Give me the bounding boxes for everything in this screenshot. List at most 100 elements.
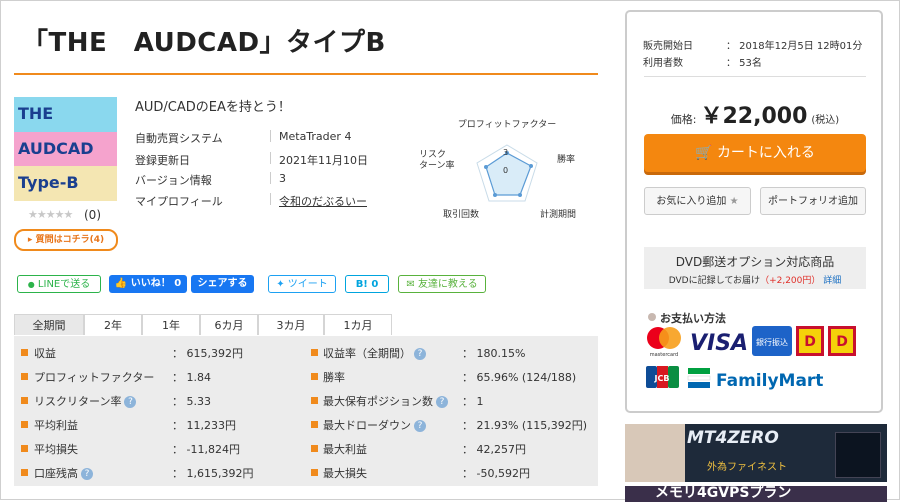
thumbnail-line-2: AUDCAD [14, 131, 117, 167]
users-label: 利用者数 [643, 58, 683, 69]
radar-axis-label: プロフィットファクター [458, 119, 556, 130]
stat-value: ： 1 [462, 395, 484, 408]
info-row-version: バージョン情報 3 [135, 172, 286, 188]
radar-scale-label: 0 [503, 166, 508, 175]
favorite-add-button[interactable]: お気に入り追加 ★ [644, 187, 751, 215]
stat-label: 収益率（全期間）? [323, 345, 426, 361]
tab-3-months[interactable]: 3カ月 [258, 314, 324, 335]
stat-value: ： 5.33 [172, 395, 211, 408]
svg-text:mastercard: mastercard [650, 352, 678, 358]
portfolio-add-button[interactable]: ポートフォリオ追加 [760, 187, 866, 215]
radar-axis-label: 計測期間 [540, 208, 576, 220]
question-button[interactable]: ▸ 質問はコチラ(4) [14, 229, 118, 251]
info-row-profile: マイプロフィール 令和のだぶるいー [135, 193, 367, 209]
line-icon: ● [27, 280, 35, 289]
thumbnail-line-1: THE [14, 97, 117, 132]
stat-label: 平均損失 [34, 443, 78, 456]
tab-2-years[interactable]: 2年 [84, 314, 142, 335]
help-icon[interactable]: ? [436, 396, 448, 408]
svg-text:銀行振込: 銀行振込 [756, 337, 788, 347]
tab-all-period[interactable]: 全期間 [14, 314, 84, 335]
thumbnail-line-3: Type-B [14, 166, 117, 201]
users-row: 利用者数 ： 53名 [643, 54, 762, 69]
stat-value: ： 615,392円 [172, 347, 243, 360]
stat-label: 口座残高? [34, 465, 93, 481]
facebook-like-button[interactable]: 👍 いいね！ 0 [109, 275, 187, 293]
facebook-share-button[interactable]: シェアする [191, 275, 254, 293]
svg-text:D: D [804, 334, 816, 350]
sidebar-divider [644, 76, 866, 77]
info-label: 自動売買システム [135, 132, 223, 145]
product-thumbnail: THE AUDCAD Type-B [14, 97, 117, 201]
tweet-button[interactable]: ✦ ツイート [268, 275, 336, 293]
stat-value: ： 21.93% (115,392円) [462, 419, 588, 432]
profile-link[interactable]: 令和のだぶるいー [279, 193, 367, 209]
stats-row: リスクリターン率? ： 5.33 最大保有ポジション数? ： 1 [14, 389, 598, 413]
bullet-icon [648, 313, 656, 321]
info-row-updated: 登録更新日 2021年11月10日 [135, 152, 368, 168]
svg-text:D: D [836, 334, 848, 350]
banner1-title: MT4ZERO [687, 428, 779, 448]
dvd-detail-link[interactable]: 詳細 [823, 276, 841, 286]
bank-transfer-icon: 銀行振込 [752, 326, 792, 356]
stat-label: 最大保有ポジション数? [323, 393, 448, 409]
question-button-label: 質問はコチラ(4) [35, 235, 105, 245]
title-divider [14, 73, 598, 75]
stats-table: 収益 ： 615,392円 収益率（全期間）? ： 180.15% プロフィット… [14, 336, 598, 486]
sale-start-label: 販売開始日 [643, 41, 693, 52]
daily-icon: D [828, 326, 856, 356]
sale-start-value: ： 2018年12月5日 12時01分 [726, 41, 863, 52]
stat-value: ： 1,615,392円 [172, 467, 254, 480]
banner1-subtitle: 外為ファイネスト [707, 462, 787, 473]
price-tax: (税込) [811, 115, 840, 126]
radar-axis-label: ターン率 [419, 159, 455, 171]
tab-1-year[interactable]: 1年 [142, 314, 200, 335]
familymart-icon: FamilyMart [687, 368, 823, 391]
stat-value: ： 11,233円 [172, 419, 236, 432]
users-value: ： 53名 [726, 58, 762, 69]
stat-label: 収益 [34, 347, 56, 360]
help-icon[interactable]: ? [414, 420, 426, 432]
info-label: バージョン情報 [135, 174, 212, 187]
info-label: 登録更新日 [135, 154, 190, 167]
help-icon[interactable]: ? [81, 468, 93, 480]
tell-friend-button[interactable]: ✉ 友達に教える [398, 275, 486, 293]
price-value: ￥22,000 [700, 104, 808, 129]
stat-label: 勝率 [323, 371, 345, 384]
rating-count: (0) [84, 208, 101, 222]
dvd-title: DVD郵送オプション対応商品 [675, 255, 835, 269]
star-icon: ★ [729, 196, 739, 207]
payment-logos: mastercard VISA 銀行振込 D D JCB FamilyMart [646, 326, 856, 391]
phone-image [835, 432, 881, 478]
info-value: MetaTrader 4 [279, 130, 352, 143]
cart-icon: 🛒 [695, 145, 713, 161]
info-value: 3 [279, 172, 286, 185]
stat-label: 平均利益 [34, 419, 78, 432]
help-icon[interactable]: ? [414, 348, 426, 360]
tab-6-months[interactable]: 6カ月 [200, 314, 258, 335]
line-send-button[interactable]: ● LINEで送る [17, 275, 101, 293]
thumbs-up-icon: 👍 [114, 278, 128, 289]
svg-text:FamilyMart: FamilyMart [716, 371, 823, 391]
mt4zero-banner[interactable]: MT4ZERO 外為ファイネスト [625, 424, 887, 482]
stat-value: ： -11,824円 [172, 443, 240, 456]
sale-start-row: 販売開始日 ： 2018年12月5日 12時01分 [643, 37, 862, 52]
help-icon[interactable]: ? [124, 396, 137, 408]
radar-axis-label: 勝率 [557, 153, 575, 165]
twitter-bird-icon: ✦ [276, 279, 285, 290]
jcb-icon: JCB [646, 366, 679, 388]
dvd-option-box: DVD郵送オプション対応商品 DVDに記録してお届け（+2,200円） 詳細 [644, 247, 866, 289]
mastercard-icon: mastercard [647, 327, 681, 358]
stat-value: ： 180.15% [462, 347, 526, 360]
stats-row: 平均損失 ： -11,824円 最大利益 ： 42,257円 [14, 437, 598, 461]
info-label: マイプロフィール [135, 195, 223, 208]
stats-row: プロフィットファクター ： 1.84 勝率 ： 65.96% (124/188) [14, 365, 598, 389]
add-to-cart-button[interactable]: 🛒 カートに入れる [644, 134, 866, 172]
stats-row: 口座残高? ： 1,615,392円 最大損失 ： -50,592円 [14, 461, 598, 485]
mail-icon: ✉ [406, 279, 415, 290]
hatena-bookmark-button[interactable]: B! 0 [345, 275, 389, 293]
price-label: 価格: [670, 113, 697, 126]
info-row-system: 自動売買システム MetaTrader 4 [135, 130, 351, 146]
tab-1-month[interactable]: 1カ月 [324, 314, 392, 335]
docomo-icon: D [796, 326, 824, 356]
